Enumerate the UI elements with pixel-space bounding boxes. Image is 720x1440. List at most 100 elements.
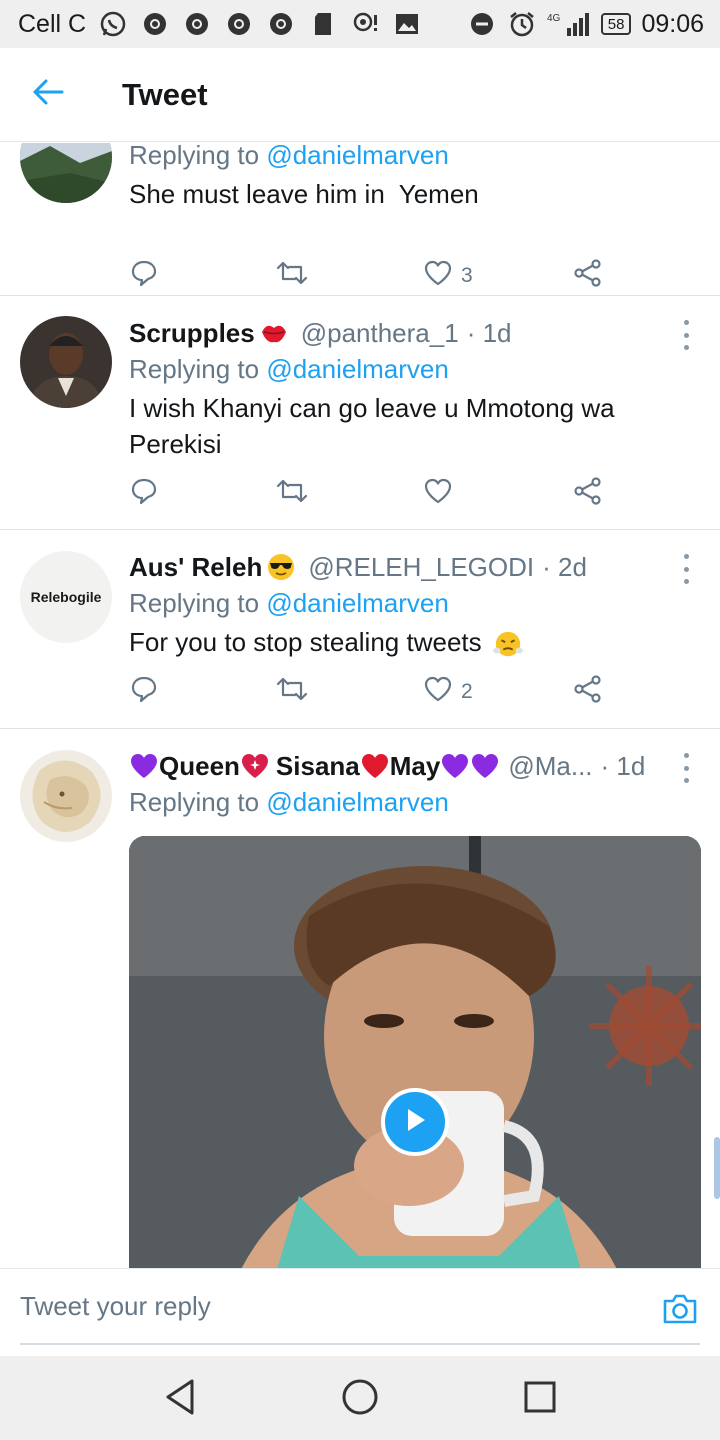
purple-heart-icon: [129, 751, 159, 781]
avatar[interactable]: [20, 143, 112, 203]
share-button[interactable]: [573, 256, 603, 296]
system-nav-bar: [0, 1356, 720, 1440]
tweet-item[interactable]: Replying to @danielmarven She must leave…: [0, 143, 720, 296]
sunglasses-emoji-icon: [266, 552, 296, 582]
avatar[interactable]: [20, 750, 112, 842]
reply-button[interactable]: [129, 256, 159, 296]
avatar-label: Relebogile: [30, 589, 102, 605]
reply-button[interactable]: [129, 474, 159, 514]
tweet-item[interactable]: Relebogile Aus' Releh @RELEH_LEGODI · 2d…: [0, 530, 720, 729]
camera-button[interactable]: [660, 1293, 700, 1329]
heart-icon: [423, 259, 453, 293]
status-bar: Cell C 4G 58 09:06: [0, 0, 720, 48]
replying-prefix: Replying to: [129, 787, 260, 817]
mention-link[interactable]: @danielmarven: [266, 354, 448, 384]
lips-emoji-icon: [259, 318, 289, 348]
signal-icon: 4G: [547, 9, 591, 39]
reply-button[interactable]: [129, 672, 159, 712]
gallery-icon: [392, 9, 422, 39]
chrome-icon: [266, 9, 296, 39]
author-handle: @Ma...: [508, 751, 593, 781]
like-count: 3: [461, 264, 473, 287]
mention-link[interactable]: @danielmarven: [266, 143, 448, 170]
retweet-icon: [275, 675, 309, 709]
like-button[interactable]: [423, 474, 453, 514]
alarm-icon: [507, 9, 537, 39]
battery-icon: 58: [600, 13, 632, 35]
replying-to: Replying to @danielmarven: [129, 350, 696, 388]
comment-icon: [129, 476, 159, 512]
author-name[interactable]: Scrupples: [129, 316, 255, 350]
app-header: Tweet: [0, 48, 720, 142]
tweet-actions: [129, 474, 609, 514]
like-button[interactable]: 3: [423, 256, 473, 296]
tweet-header: Aus' Releh @RELEH_LEGODI · 2d: [129, 550, 696, 584]
tweet-time: · 2d: [542, 552, 587, 582]
whatsapp-icon: [98, 9, 128, 39]
chrome-icon: [140, 9, 170, 39]
sd-card-icon: [308, 9, 338, 39]
retweet-button[interactable]: [275, 256, 309, 296]
author-name-part[interactable]: Queen: [159, 749, 240, 783]
share-icon: [573, 258, 603, 294]
replying-to: Replying to @danielmarven: [129, 783, 696, 821]
tweet-time: · 1d: [466, 318, 512, 348]
share-button[interactable]: [573, 672, 603, 712]
reply-input[interactable]: [20, 1269, 700, 1345]
dnd-icon: [467, 9, 497, 39]
play-icon: [402, 1106, 428, 1139]
author-name-part[interactable]: Sisana: [276, 749, 360, 783]
share-icon: [573, 674, 603, 710]
purple-heart-icon: [470, 751, 500, 781]
author-handle: @panthera_1: [300, 318, 459, 348]
retweet-button[interactable]: [275, 474, 309, 514]
author-name[interactable]: Aus' Releh: [129, 550, 262, 584]
clock: 09:06: [641, 9, 704, 38]
tweet-header: Scrupples @panthera_1 · 1d: [129, 316, 696, 350]
share-button[interactable]: [573, 474, 603, 514]
red-heart-icon: [360, 751, 390, 781]
gif-thumbnail: [129, 836, 701, 1268]
tweet-text: She must leave him in Yemen: [129, 179, 479, 209]
sparkling-heart-icon: [240, 751, 270, 781]
tweet-actions: 3: [129, 256, 609, 296]
scrollbar[interactable]: [714, 1137, 720, 1199]
svg-text:4G: 4G: [547, 13, 561, 24]
author-name-part[interactable]: May: [390, 749, 441, 783]
replying-prefix: Replying to: [129, 354, 260, 384]
avatar[interactable]: Relebogile: [20, 551, 112, 643]
back-triangle-icon: [163, 1378, 197, 1421]
mention-link[interactable]: @danielmarven: [266, 787, 448, 817]
home-circle-icon: [340, 1377, 380, 1422]
comment-icon: [129, 258, 159, 294]
nav-recents-button[interactable]: [515, 1374, 565, 1424]
heart-icon: [423, 675, 453, 709]
retweet-icon: [275, 477, 309, 511]
recents-square-icon: [522, 1379, 558, 1420]
carrier-label: Cell C: [18, 9, 87, 38]
nav-home-button[interactable]: [335, 1374, 385, 1424]
like-count: 2: [461, 680, 473, 703]
back-button[interactable]: [16, 63, 80, 127]
chrome-icon: [224, 9, 254, 39]
heart-icon: [423, 477, 453, 511]
mention-link[interactable]: @danielmarven: [266, 588, 448, 618]
replying-to: Replying to @danielmarven: [129, 143, 696, 174]
replies-feed[interactable]: Replying to @danielmarven She must leave…: [0, 143, 720, 1268]
author-handle: @RELEH_LEGODI: [308, 552, 535, 582]
like-button[interactable]: 2: [423, 672, 473, 712]
replying-to: Replying to @danielmarven: [129, 584, 696, 622]
retweet-button[interactable]: [275, 672, 309, 712]
purple-heart-icon: [440, 751, 470, 781]
comment-icon: [129, 674, 159, 710]
tweet-item[interactable]: Scrupples @panthera_1 · 1d Replying to @…: [0, 296, 720, 530]
avatar[interactable]: [20, 316, 112, 408]
tweet-media-gif[interactable]: [129, 836, 701, 1268]
share-icon: [573, 476, 603, 512]
arrow-left-icon: [32, 78, 64, 111]
nav-back-button[interactable]: [155, 1374, 205, 1424]
replying-prefix: Replying to: [129, 143, 260, 170]
tweet-actions: [129, 620, 609, 660]
play-button[interactable]: [381, 1088, 449, 1156]
retweet-icon: [275, 259, 309, 293]
